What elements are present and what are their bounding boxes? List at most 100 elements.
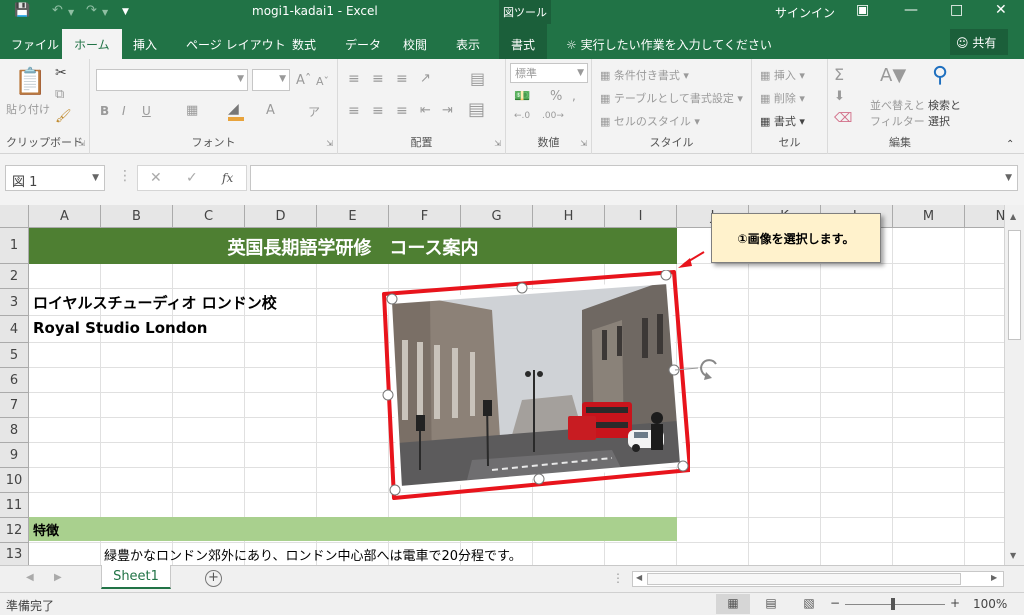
row-header-2[interactable]: 2 xyxy=(0,264,29,289)
signin-link[interactable]: サインイン xyxy=(775,4,835,21)
tab-split-icon[interactable]: ⋮ xyxy=(612,571,624,585)
row-header-7[interactable]: 7 xyxy=(0,393,29,418)
column-header-a[interactable]: A xyxy=(29,205,101,228)
row-header-5[interactable]: 5 xyxy=(0,343,29,368)
resize-handle-bottom[interactable] xyxy=(533,473,545,485)
row-header-9[interactable]: 9 xyxy=(0,443,29,468)
resize-handle-top-left[interactable] xyxy=(386,293,398,305)
column-header-b[interactable]: B xyxy=(101,205,173,228)
close-icon[interactable]: ✕ xyxy=(995,2,1007,18)
zoom-level[interactable]: 100% xyxy=(973,597,1007,611)
sheet-tab-sheet1[interactable]: Sheet1 xyxy=(101,565,171,589)
scroll-right-icon[interactable]: ▶ xyxy=(991,573,997,582)
alignment-launcher-icon[interactable]: ⇲ xyxy=(494,139,501,148)
row-header-12[interactable]: 12 xyxy=(0,518,29,543)
number-format-select[interactable]: 標準 ▼ xyxy=(510,63,588,83)
tab-view[interactable]: 表示 xyxy=(456,36,480,53)
resize-handle-top[interactable] xyxy=(516,282,528,294)
row-header-6[interactable]: 6 xyxy=(0,368,29,393)
scroll-left-icon[interactable]: ◀ xyxy=(636,573,642,582)
wrap-text-icon[interactable]: ▤ xyxy=(470,69,485,88)
save-icon[interactable]: 💾 xyxy=(14,3,30,18)
column-header-e[interactable]: E xyxy=(317,205,389,228)
resize-handle-bottom-right[interactable] xyxy=(677,460,689,472)
cell-a4[interactable]: Royal Studio London xyxy=(33,319,207,337)
clear-icon[interactable]: ⌫ xyxy=(834,111,852,126)
scroll-up-icon[interactable]: ▲ xyxy=(1010,212,1016,221)
row-header-13[interactable]: 13 xyxy=(0,543,29,565)
align-bottom-icon[interactable]: ≡ xyxy=(396,71,408,87)
sort-filter-icon[interactable]: A▼ xyxy=(880,65,906,86)
insert-cells-button[interactable]: ▦ 挿入 ▾ xyxy=(760,67,805,83)
page-break-view-icon[interactable]: ▧ xyxy=(792,594,826,614)
font-launcher-icon[interactable]: ⇲ xyxy=(326,139,333,148)
find-select-label2[interactable]: 選択 xyxy=(928,113,950,129)
align-left-icon[interactable]: ≡ xyxy=(348,103,360,119)
autosum-icon[interactable]: Σ xyxy=(834,65,844,84)
vertical-scroll-thumb[interactable] xyxy=(1008,230,1021,340)
fill-icon[interactable]: ⬇ xyxy=(834,89,845,104)
italic-icon[interactable]: I xyxy=(122,104,126,118)
sort-filter-label1[interactable]: 並べ替えと xyxy=(870,97,925,113)
enter-icon[interactable]: ✓ xyxy=(186,170,198,186)
fill-color-icon[interactable]: ◢ xyxy=(228,101,239,117)
tab-page-layout[interactable]: ページ レイアウト xyxy=(186,36,286,53)
copy-icon[interactable]: ⧉ xyxy=(55,87,64,102)
zoom-in-icon[interactable]: + xyxy=(950,596,960,610)
conditional-formatting-button[interactable]: ▦ 条件付き書式 ▾ xyxy=(600,67,689,83)
increase-font-icon[interactable]: Aˆ xyxy=(296,73,311,88)
tell-me-box[interactable]: ☼ 実行したい作業を入力してください xyxy=(566,36,772,53)
column-header-f[interactable]: F xyxy=(389,205,461,228)
row-header-1[interactable]: 1 xyxy=(0,228,29,264)
minimize-icon[interactable]: — xyxy=(904,2,918,18)
find-select-label1[interactable]: 検索と xyxy=(928,97,961,113)
page-layout-view-icon[interactable]: ▤ xyxy=(754,594,788,614)
sheet-prev-icon[interactable]: ◀ xyxy=(26,572,34,583)
row-header-10[interactable]: 10 xyxy=(0,468,29,493)
resize-handle-left[interactable] xyxy=(382,389,394,401)
collapse-ribbon-icon[interactable]: ⌃ xyxy=(1006,139,1014,150)
borders-icon[interactable]: ▦ xyxy=(186,103,198,118)
undo-dropdown-icon[interactable]: ▼ xyxy=(68,8,74,17)
orientation-icon[interactable]: ↗ xyxy=(420,71,431,86)
increase-decimal-icon[interactable]: ←.0 xyxy=(514,111,530,121)
cell-a1-title[interactable]: 英国長期語学研修 コース案内 xyxy=(29,228,677,264)
tab-review[interactable]: 校閲 xyxy=(403,36,427,53)
font-color-icon[interactable]: A xyxy=(266,103,275,118)
tab-insert[interactable]: 挿入 xyxy=(133,36,157,53)
expand-formula-icon[interactable]: ▼ xyxy=(1005,173,1012,183)
phonetic-icon[interactable]: ア xyxy=(308,103,320,120)
format-as-table-button[interactable]: ▦ テーブルとして書式設定 ▾ xyxy=(600,90,743,106)
zoom-slider[interactable] xyxy=(845,604,945,605)
align-right-icon[interactable]: ≡ xyxy=(396,103,408,119)
zoom-out-icon[interactable]: − xyxy=(830,596,840,610)
format-cells-button[interactable]: ▦ 書式 ▾ xyxy=(760,113,805,129)
align-center-icon[interactable]: ≡ xyxy=(372,103,384,119)
redo-dropdown-icon[interactable]: ▼ xyxy=(102,8,108,17)
row-header-8[interactable]: 8 xyxy=(0,418,29,443)
decrease-font-icon[interactable]: Aˇ xyxy=(316,75,329,88)
format-painter-icon[interactable]: 🖌 xyxy=(55,109,72,124)
cell-a3[interactable]: ロイヤルスチューディオ ロンドン校 xyxy=(33,292,277,313)
tab-home[interactable]: ホーム xyxy=(62,29,122,59)
sort-filter-label2[interactable]: フィルター xyxy=(870,113,925,129)
customize-qat-icon[interactable]: ▼ xyxy=(122,7,129,17)
rotate-icon[interactable] xyxy=(700,359,717,377)
resize-handle-top-right[interactable] xyxy=(660,270,672,281)
cell-styles-button[interactable]: ▦ セルのスタイル ▾ xyxy=(600,113,700,129)
find-select-icon[interactable]: ⚲ xyxy=(932,63,948,88)
comma-icon[interactable]: , xyxy=(572,89,576,103)
tab-formulas[interactable]: 数式 xyxy=(292,36,316,53)
cancel-icon[interactable]: ✕ xyxy=(150,170,162,186)
font-name-select[interactable]: ▼ xyxy=(96,69,248,91)
selected-picture[interactable] xyxy=(372,270,690,502)
paste-label[interactable]: 貼り付け xyxy=(6,101,50,117)
increase-indent-icon[interactable]: ⇥ xyxy=(442,103,453,118)
font-size-select[interactable]: ▼ xyxy=(252,69,290,91)
row-header-3[interactable]: 3 xyxy=(0,289,29,316)
scroll-down-icon[interactable]: ▼ xyxy=(1010,551,1016,560)
tab-data[interactable]: データ xyxy=(345,36,381,53)
horizontal-scroll-thumb[interactable] xyxy=(647,573,961,585)
insert-function-icon[interactable]: fx xyxy=(222,171,233,185)
cut-icon[interactable]: ✂ xyxy=(55,65,67,81)
